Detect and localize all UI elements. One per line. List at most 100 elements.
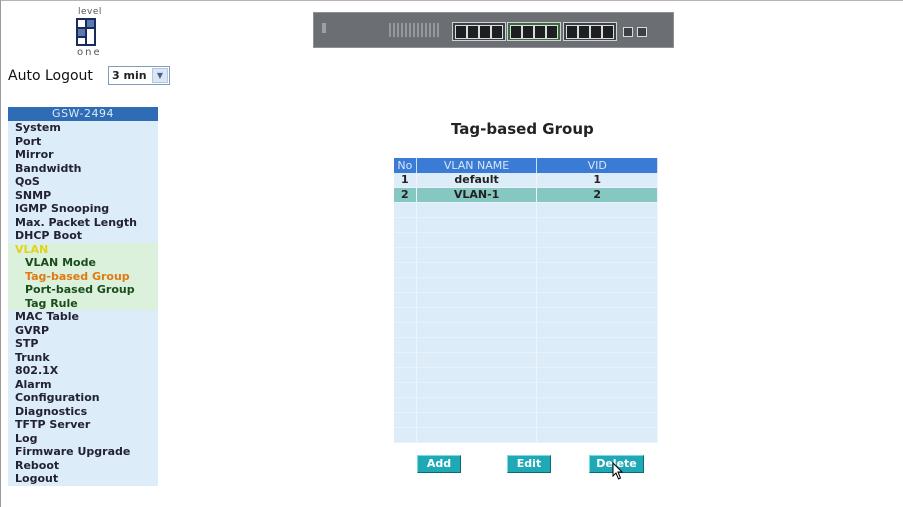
table-row-empty [394, 383, 658, 398]
sidebar-item-logout[interactable]: Logout [8, 472, 158, 486]
empty-cell [394, 413, 417, 427]
empty-cell [537, 233, 658, 247]
empty-cell [417, 233, 538, 247]
table-row-empty [394, 413, 658, 428]
sidebar-item-port-based-group[interactable]: Port-based Group [8, 283, 158, 297]
port-group-2 [507, 22, 561, 41]
sidebar-item-tag-rule[interactable]: Tag Rule [8, 296, 158, 310]
sidebar-item-port[interactable]: Port [8, 134, 158, 148]
empty-cell [394, 278, 417, 292]
cell-vid: 2 [537, 188, 658, 202]
empty-cell [417, 353, 538, 367]
empty-cell [537, 338, 658, 352]
table-row-empty [394, 428, 658, 443]
empty-cell [537, 353, 658, 367]
table-row-empty [394, 353, 658, 368]
port-group-3 [563, 22, 617, 41]
sidebar-item-max-packet-length[interactable]: Max. Packet Length [8, 215, 158, 229]
auto-logout-value: 3 min [112, 69, 147, 82]
table-body: 1 default 1 2 VLAN-1 2 [394, 173, 658, 443]
sidebar-item-system[interactable]: System [8, 121, 158, 135]
table-row-empty [394, 293, 658, 308]
empty-cell [394, 338, 417, 352]
empty-cell [537, 263, 658, 277]
chevron-down-icon[interactable]: ▼ [152, 68, 168, 83]
cell-no: 1 [394, 173, 417, 187]
sidebar-item-dhcp-boot[interactable]: DHCP Boot [8, 229, 158, 243]
sidebar-menu: GSW-2494 System Port Mirror Bandwidth QoS SNM… [8, 107, 158, 486]
sidebar-item-snmp[interactable]: SNMP [8, 188, 158, 202]
empty-cell [537, 428, 658, 442]
sidebar-item-igmp-snooping[interactable]: IGMP Snooping [8, 202, 158, 216]
cell-no: 2 [394, 188, 417, 202]
vlan-table: No VLAN NAME VID 1 default 1 2 VLAN-1 2 [394, 158, 658, 443]
empty-cell [537, 308, 658, 322]
empty-cell [394, 293, 417, 307]
empty-cell [394, 218, 417, 232]
empty-cell [537, 278, 658, 292]
table-row-empty [394, 398, 658, 413]
sidebar-item-firmware-upgrade[interactable]: Firmware Upgrade [8, 445, 158, 459]
empty-cell [537, 203, 658, 217]
add-button[interactable]: Add [417, 455, 461, 473]
col-header-vid: VID [537, 158, 658, 173]
edit-button[interactable]: Edit [507, 455, 551, 473]
empty-cell [537, 248, 658, 262]
logo-top-text: level [78, 7, 102, 17]
empty-cell [537, 383, 658, 397]
empty-cell [417, 338, 538, 352]
empty-cell [537, 368, 658, 382]
table-row[interactable]: 2 VLAN-1 2 [394, 188, 658, 203]
empty-cell [417, 383, 538, 397]
auto-logout-select[interactable]: 3 min ▼ [108, 66, 170, 85]
empty-cell [417, 323, 538, 337]
sidebar-item-qos[interactable]: QoS [8, 175, 158, 189]
empty-cell [537, 293, 658, 307]
levelone-logo: level one [50, 7, 122, 65]
sidebar-item-mirror[interactable]: Mirror [8, 148, 158, 162]
empty-cell [394, 248, 417, 262]
empty-cell [537, 218, 658, 232]
sidebar-item-802-1x[interactable]: 802.1X [8, 364, 158, 378]
power-led-icon [322, 23, 326, 33]
empty-cell [417, 293, 538, 307]
empty-cell [394, 383, 417, 397]
sidebar-item-diagnostics[interactable]: Diagnostics [8, 404, 158, 418]
cell-vid: 1 [537, 173, 658, 187]
sidebar-item-bandwidth[interactable]: Bandwidth [8, 161, 158, 175]
sidebar-item-mac-table[interactable]: MAC Table [8, 310, 158, 324]
empty-cell [417, 428, 538, 442]
sidebar-item-tftp-server[interactable]: TFTP Server [8, 418, 158, 432]
empty-cell [417, 398, 538, 412]
sidebar-item-configuration[interactable]: Configuration [8, 391, 158, 405]
vent-grill [389, 23, 439, 37]
sidebar-item-gvrp[interactable]: GVRP [8, 323, 158, 337]
table-row[interactable]: 1 default 1 [394, 173, 658, 188]
sidebar-item-log[interactable]: Log [8, 431, 158, 445]
empty-cell [417, 218, 538, 232]
table-row-empty [394, 338, 658, 353]
empty-cell [417, 203, 538, 217]
sidebar-items: System Port Mirror Bandwidth QoS SNMP IGMP Sno… [8, 121, 158, 486]
sfp-port-icon [623, 27, 633, 37]
sidebar-item-tag-based-group[interactable]: Tag-based Group [8, 269, 158, 283]
empty-cell [394, 308, 417, 322]
empty-cell [394, 368, 417, 382]
sidebar-item-alarm[interactable]: Alarm [8, 377, 158, 391]
empty-cell [417, 263, 538, 277]
empty-cell [537, 398, 658, 412]
cell-vlan-name: VLAN-1 [417, 188, 538, 202]
table-row-empty [394, 263, 658, 278]
table-row-empty [394, 368, 658, 383]
sidebar-item-reboot[interactable]: Reboot [8, 458, 158, 472]
sidebar-item-trunk[interactable]: Trunk [8, 350, 158, 364]
sidebar-item-vlan[interactable]: VLAN [8, 242, 158, 256]
sidebar-item-vlan-mode[interactable]: VLAN Mode [8, 256, 158, 270]
page-title: Tag-based Group [451, 120, 594, 138]
logo-bottom-text: one [77, 47, 102, 58]
empty-cell [394, 323, 417, 337]
empty-cell [394, 263, 417, 277]
empty-cell [394, 233, 417, 247]
sidebar-item-stp[interactable]: STP [8, 337, 158, 351]
col-header-no: No [394, 158, 417, 173]
